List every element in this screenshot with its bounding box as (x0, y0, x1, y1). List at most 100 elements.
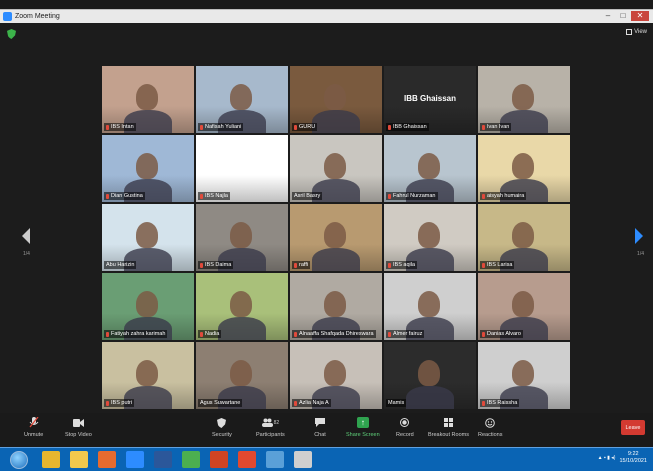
leave-button[interactable]: Leave (621, 420, 645, 435)
start-orb-icon[interactable] (10, 451, 28, 469)
participant-head (136, 360, 158, 386)
participant-tile[interactable]: Mamis (384, 342, 476, 409)
participant-head (230, 222, 252, 248)
participant-tile[interactable]: GURU (290, 66, 382, 133)
page-indicator-left: 1/4 (23, 251, 30, 257)
participant-body (312, 248, 360, 271)
participant-head (512, 291, 534, 317)
breakout-rooms-icon (442, 417, 454, 428)
participant-tile[interactable]: Nafisah Yuliani (196, 66, 288, 133)
participant-tile[interactable]: IBS Najla (196, 135, 288, 202)
maximize-icon[interactable]: □ (616, 11, 630, 21)
close-icon[interactable]: ✕ (631, 11, 649, 21)
page-indicator-right: 1/4 (637, 251, 644, 257)
muted-mic-icon (106, 193, 109, 199)
participant-tile[interactable]: IBS Larisa (478, 204, 570, 271)
participant-tile[interactable]: IBS aqila (384, 204, 476, 271)
participant-name: IBS Larisa (487, 262, 513, 268)
breakout-rooms-label: Breakout Rooms (428, 432, 469, 438)
file-explorer-icon[interactable] (70, 451, 88, 468)
participant-name: IBB Ghaissan (393, 124, 427, 130)
pdf-icon[interactable] (238, 451, 256, 468)
participant-tile[interactable]: Fahrul Nurzaman (384, 135, 476, 202)
muted-mic-icon (482, 193, 485, 199)
unmute-label: Unmute (24, 432, 44, 438)
participant-tile[interactable]: Danias Alvaro (478, 273, 570, 340)
participant-name: IBS putri (111, 400, 133, 406)
participant-head (136, 84, 158, 110)
participant-tile[interactable]: Alnaaffa Shafqada Dhireswara (290, 273, 382, 340)
participant-gallery: IBS Intan Nafisah Yuliani GURU IBB Ghaissan… (102, 66, 570, 409)
participant-name-label: Nafisah Yuliani (198, 123, 244, 131)
reactions-label: Reactions (478, 432, 503, 438)
muted-mic-icon (200, 262, 203, 268)
participant-tile[interactable]: raffi (290, 204, 382, 271)
reactions-button[interactable]: Reactions (478, 417, 502, 438)
previous-page-arrow-icon[interactable] (22, 228, 30, 244)
participant-tile[interactable]: IBS Intan (102, 66, 194, 133)
paint-icon[interactable] (294, 451, 312, 468)
participants-button[interactable]: 82 Participants (256, 417, 285, 438)
share-screen-button[interactable]: ↑ Share Screen (346, 417, 380, 438)
participant-name-label: IBS Intan (104, 123, 136, 131)
security-button[interactable]: Security (212, 417, 232, 438)
participant-name: Almer fairuz (393, 331, 423, 337)
participant-tile[interactable]: Fatiyah zahra karimah (102, 273, 194, 340)
stop-video-button[interactable]: Stop Video (65, 417, 92, 438)
participant-name: Nafisah Yuliani (205, 124, 242, 130)
participant-head (418, 291, 440, 317)
breakout-rooms-button[interactable]: Breakout Rooms (428, 417, 469, 438)
powerpoint-icon[interactable] (210, 451, 228, 468)
firefox-icon[interactable] (98, 451, 116, 468)
photos-icon[interactable] (266, 451, 284, 468)
unmute-button[interactable]: Unmute (24, 417, 43, 438)
participant-tile[interactable]: IBS Raissha (478, 342, 570, 409)
security-shield-icon[interactable] (7, 29, 16, 39)
participant-tile[interactable]: Agus Suwartane (196, 342, 288, 409)
participants-count: 82 (273, 419, 280, 426)
participant-tile[interactable]: Almer fairuz (384, 273, 476, 340)
participant-name-label: Almer fairuz (386, 330, 425, 338)
participant-head (512, 153, 534, 179)
participant-tile[interactable]: IBS putri (102, 342, 194, 409)
participant-tile[interactable]: Azlia Naja A (290, 342, 382, 409)
participant-name-label: IBS Daima (198, 261, 234, 269)
participant-head (512, 84, 534, 110)
participant-name: GURU (299, 124, 316, 130)
clock[interactable]: 9:22 15/10/2021 (619, 451, 647, 465)
participant-head (230, 360, 252, 386)
view-button[interactable]: View (626, 29, 647, 35)
participant-tile[interactable]: Ivan Ivan (478, 66, 570, 133)
muted-mic-icon (294, 331, 297, 337)
participant-name-label: IBB Ghaissan (386, 123, 429, 131)
zoom-icon[interactable] (126, 451, 144, 468)
participant-name-label: Alnaaffa Shafqada Dhireswara (292, 330, 376, 338)
participants-label: Participants (256, 432, 285, 438)
participant-name: Ivan Ivan (487, 124, 510, 130)
muted-mic-icon (294, 400, 297, 406)
word-icon[interactable] (154, 451, 172, 468)
participant-tile[interactable]: Asril Basry (290, 135, 382, 202)
participant-tile[interactable]: Nadia (196, 273, 288, 340)
minimize-icon[interactable]: – (601, 11, 615, 21)
participant-tile[interactable]: Dian Gustina (102, 135, 194, 202)
chrome-icon[interactable] (42, 451, 60, 468)
view-label: View (634, 29, 647, 35)
participant-tile[interactable]: aisyah humaira (478, 135, 570, 202)
tray-icons[interactable]: ▲ ▪ ▮ ◂) (598, 455, 616, 461)
muted-mic-icon (200, 193, 203, 199)
chat-button[interactable]: Chat (314, 417, 326, 438)
record-button[interactable]: Record (396, 417, 414, 438)
participant-head (324, 153, 346, 179)
participant-name-label: Azlia Naja A (292, 399, 331, 407)
participant-name-label: Danias Alvaro (480, 330, 523, 338)
chrome-icon-2[interactable] (182, 451, 200, 468)
muted-mic-icon (482, 400, 485, 406)
participant-tile[interactable]: Abu Harizin (102, 204, 194, 271)
participant-name-label: aisyah humaira (480, 192, 527, 200)
next-page-arrow-icon[interactable] (635, 228, 643, 244)
participant-name-label: Ivan Ivan (480, 123, 512, 131)
participant-tile[interactable]: IBS Daima (196, 204, 288, 271)
record-label: Record (396, 432, 414, 438)
participant-tile[interactable]: IBB Ghaissan IBB Ghaissan (384, 66, 476, 133)
